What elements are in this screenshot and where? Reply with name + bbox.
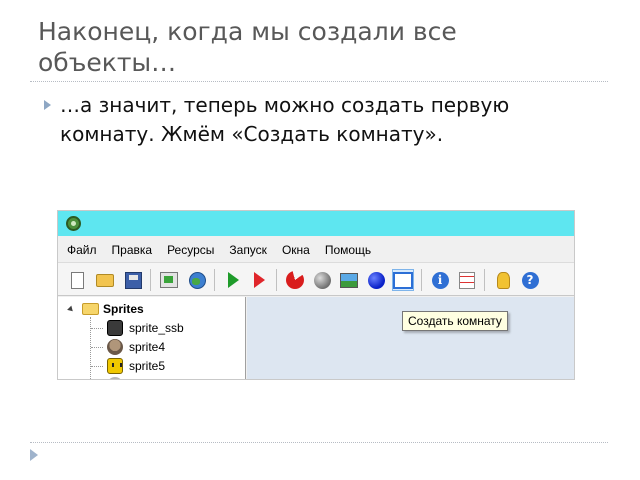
open-folder-icon[interactable] (94, 269, 116, 291)
tree-item-label: sprite4 (129, 340, 166, 354)
title-divider (30, 81, 608, 82)
sprite-thumbnail-icon (107, 358, 123, 374)
app-logo-icon (66, 216, 81, 231)
tree-item-label: sprite_ssb (129, 321, 184, 335)
tree-item[interactable]: sprite5 (91, 357, 165, 375)
tree-folder-sprites[interactable]: Sprites (67, 301, 144, 317)
sprite-thumbnail-icon (107, 339, 123, 355)
menu-resources[interactable]: Ресурсы (167, 243, 214, 257)
create-room-tooltip: Создать комнату (402, 311, 508, 331)
bullet-marker-icon (44, 100, 51, 110)
toolbar-separator (421, 269, 422, 291)
toolbar-separator (276, 269, 277, 291)
save-icon[interactable] (122, 269, 144, 291)
app-menubar: Файл Правка Ресурсы Запуск Окна Помощь (58, 239, 574, 261)
tree-root-label: Sprites (103, 302, 144, 316)
app-toolbar: i ? (58, 262, 574, 296)
run-debug-icon[interactable] (248, 269, 270, 291)
extensions-icon[interactable] (492, 269, 514, 291)
menu-run[interactable]: Запуск (229, 243, 267, 257)
expand-arrow-icon[interactable] (67, 305, 75, 313)
menu-edit[interactable]: Правка (112, 243, 153, 257)
create-background-icon[interactable] (338, 269, 360, 291)
tree-item[interactable]: sprite4 (91, 338, 165, 356)
create-sound-icon[interactable] (311, 269, 333, 291)
tree-item[interactable]: sprite_ssb (91, 319, 184, 337)
toolbar-separator (150, 269, 151, 291)
help-icon[interactable]: ? (519, 269, 541, 291)
create-sprite-icon[interactable] (284, 269, 306, 291)
game-information-icon[interactable]: i (429, 269, 451, 291)
app-titlebar (58, 211, 574, 236)
create-executable-icon[interactable] (158, 269, 180, 291)
tree-item-label: sprite5 (129, 359, 166, 373)
sprite-thumbnail-icon (107, 320, 123, 336)
slide-title: Наконец, когда мы создали все объекты… (38, 17, 457, 77)
tree-item-partial[interactable] (91, 376, 129, 379)
run-icon[interactable] (222, 269, 244, 291)
menu-windows[interactable]: Окна (282, 243, 310, 257)
next-slide-arrow-icon[interactable] (30, 449, 38, 461)
publish-globe-icon[interactable] (186, 269, 208, 291)
menu-help[interactable]: Помощь (325, 243, 371, 257)
folder-icon (82, 303, 99, 315)
footer-divider (30, 442, 608, 443)
toolbar-separator (214, 269, 215, 291)
resource-tree: Sprites sprite_ssb sprite4 sprite5 (58, 297, 246, 379)
bullet-text: …а значит, теперь можно создать первую к… (60, 93, 510, 146)
create-object-icon[interactable] (365, 269, 387, 291)
app-screenshot: Файл Правка Ресурсы Запуск Окна Помощь i… (57, 210, 575, 380)
toolbar-separator (484, 269, 485, 291)
workspace-area (247, 297, 574, 379)
sprite-thumbnail-icon (107, 377, 123, 379)
menu-file[interactable]: Файл (67, 243, 97, 257)
new-file-icon[interactable] (66, 269, 88, 291)
global-settings-icon[interactable] (456, 269, 478, 291)
create-room-icon[interactable] (392, 269, 414, 291)
